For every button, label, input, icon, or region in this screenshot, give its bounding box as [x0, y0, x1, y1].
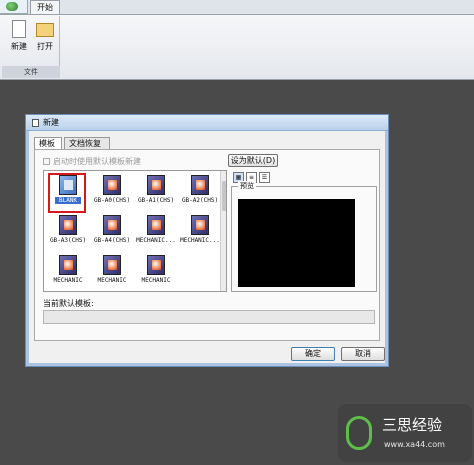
- template-item[interactable]: GB-A3(CHS): [46, 213, 90, 253]
- template-icon: [191, 175, 209, 195]
- tab-home[interactable]: 开始: [30, 0, 60, 14]
- template-item[interactable]: GB-A1(CHS): [134, 173, 178, 213]
- template-label: GB-A1(CHS): [137, 197, 175, 204]
- template-item[interactable]: GB-A2(CHS): [178, 173, 222, 213]
- dialog-title: 新建: [43, 118, 59, 127]
- preview-label: 预览: [238, 181, 256, 191]
- template-icon: [147, 255, 165, 275]
- preview-area: [238, 199, 355, 287]
- preview-group: 预览: [231, 181, 377, 292]
- watermark-title: 三思经验: [382, 416, 443, 434]
- template-label: GB-A3(CHS): [49, 237, 87, 244]
- template-item[interactable]: GB-A0(CHS): [90, 173, 134, 213]
- new-button[interactable]: 新建: [6, 20, 32, 60]
- document-icon: [32, 119, 39, 127]
- new-dialog: 新建 模板 文档恢复 启动时使用默认模板新建 设为默认(D) BLANK GB-…: [25, 114, 389, 367]
- watermark: 三思经验 www.xa44.com: [338, 404, 472, 462]
- template-item[interactable]: BLANK: [46, 173, 90, 213]
- ok-button[interactable]: 确定: [291, 347, 335, 361]
- cancel-button[interactable]: 取消: [341, 347, 385, 361]
- template-icon: [147, 175, 165, 195]
- gallery-scrollbar[interactable]: [220, 171, 226, 291]
- file-group-label: 文件: [2, 66, 60, 78]
- current-default-field: [43, 310, 375, 324]
- file-group: 新建 打开 文件: [2, 16, 60, 78]
- watermark-url: www.xa44.com: [384, 440, 445, 449]
- startup-default-checkbox[interactable]: 启动时使用默认模板新建: [43, 156, 141, 167]
- template-item[interactable]: MECHANIC...: [134, 213, 178, 253]
- template-icon: [147, 215, 165, 235]
- template-item[interactable]: MECHANIC: [90, 253, 134, 291]
- tab-templates[interactable]: 模板: [34, 137, 62, 149]
- template-item[interactable]: MECHANIC: [134, 253, 178, 291]
- template-icon: [59, 255, 77, 275]
- template-icon: [103, 255, 121, 275]
- open-folder-icon: [36, 23, 54, 37]
- current-default-label: 当前默认模板:: [43, 299, 94, 308]
- template-item[interactable]: MECHANIC...: [178, 213, 222, 253]
- template-icon: [103, 175, 121, 195]
- template-gallery: BLANK GB-A0(CHS) GB-A1(CHS) GB-A2(CHS) G…: [43, 170, 227, 292]
- template-label: GB-A2(CHS): [181, 197, 219, 204]
- dialog-titlebar[interactable]: 新建: [26, 115, 388, 131]
- new-button-label: 新建: [11, 42, 27, 51]
- template-label: MECHANIC: [53, 277, 83, 284]
- template-icon: [103, 215, 121, 235]
- template-icon: [191, 215, 209, 235]
- template-label: MECHANIC...: [180, 237, 220, 244]
- startup-default-label: 启动时使用默认模板新建: [53, 157, 141, 166]
- template-item[interactable]: GB-A4(CHS): [90, 213, 134, 253]
- template-label: MECHANIC: [141, 277, 171, 284]
- template-item[interactable]: MECHANIC: [46, 253, 90, 291]
- checkbox-box[interactable]: [43, 158, 50, 165]
- templates-panel: 启动时使用默认模板新建 设为默认(D) BLANK GB-A0(CHS) GB-…: [34, 149, 380, 341]
- set-default-button[interactable]: 设为默认(D): [228, 154, 278, 167]
- open-button[interactable]: 打开: [32, 20, 58, 60]
- scrollbar-thumb[interactable]: [222, 181, 226, 211]
- tab-document-recovery[interactable]: 文档恢复: [64, 137, 110, 149]
- open-button-label: 打开: [37, 42, 53, 51]
- details-view-icon[interactable]: ☰: [259, 172, 270, 183]
- template-label: MECHANIC...: [136, 237, 176, 244]
- template-label: GB-A0(CHS): [93, 197, 131, 204]
- template-label: MECHANIC: [97, 277, 127, 284]
- app-menu-button[interactable]: [0, 0, 28, 14]
- watermark-logo-icon: [346, 416, 372, 450]
- selection-highlight: [48, 173, 86, 213]
- template-label: GB-A4(CHS): [93, 237, 131, 244]
- template-icon: [59, 215, 77, 235]
- ribbon: 开始 新建 打开 文件: [0, 0, 474, 80]
- new-file-icon: [12, 20, 26, 38]
- ribbon-panel: [0, 14, 474, 79]
